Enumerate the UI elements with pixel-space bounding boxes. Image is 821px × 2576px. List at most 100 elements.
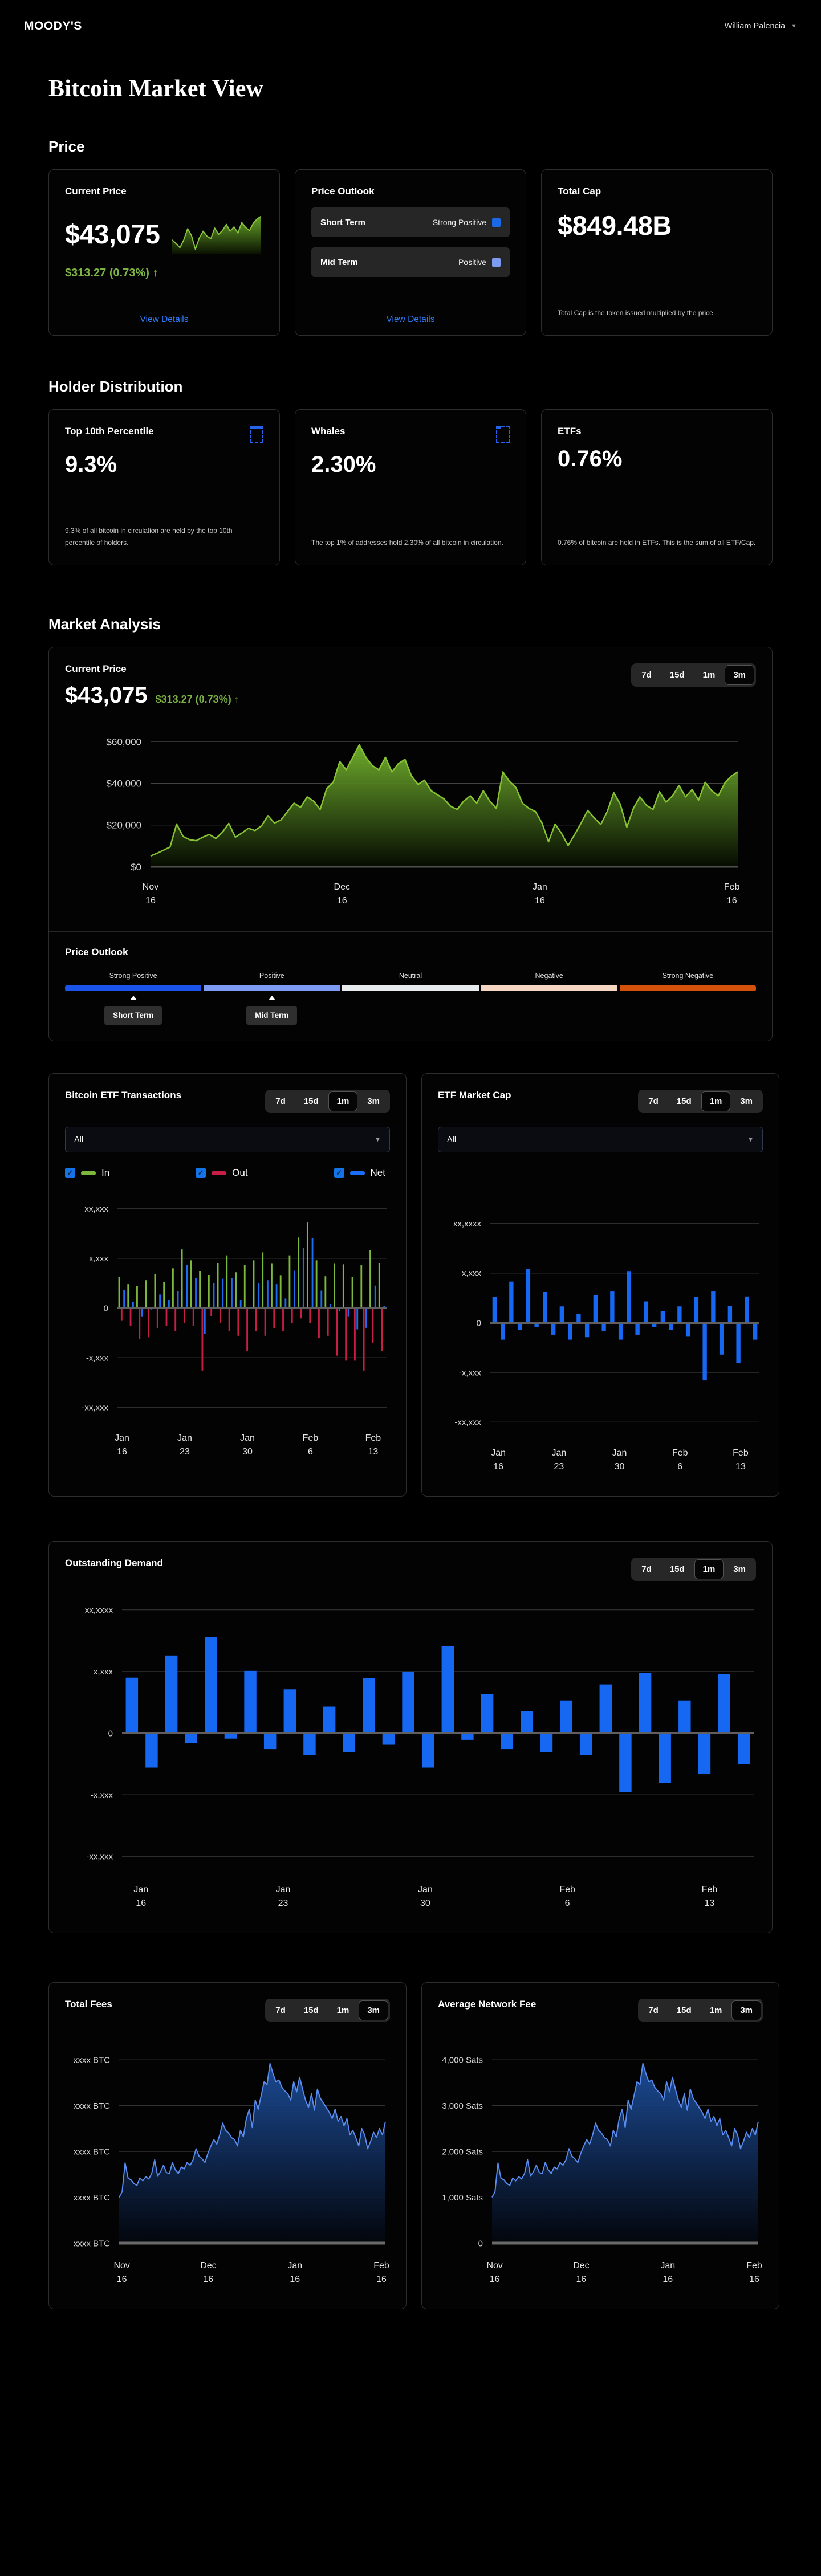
svg-text:x,xxx: x,xxx xyxy=(89,1254,109,1263)
segment-strong-positive xyxy=(65,985,202,991)
etf-filter-select[interactable]: All ▼ xyxy=(65,1127,390,1152)
svg-text:$60,000: $60,000 xyxy=(107,736,141,747)
price-outlook-card: Price Outlook Short Term Strong Positive… xyxy=(295,169,526,336)
tab-1m[interactable]: 1m xyxy=(701,2000,731,2020)
tab-1m[interactable]: 1m xyxy=(694,665,724,685)
svg-text:Jan16: Jan 16 xyxy=(660,2261,675,2284)
bottom-spacer xyxy=(48,2309,773,2466)
tab-3m[interactable]: 3m xyxy=(359,2000,388,2020)
tab-7d[interactable]: 7d xyxy=(640,1091,667,1111)
checkbox-checked[interactable]: ✓ xyxy=(334,1168,344,1178)
tab-15d[interactable]: 15d xyxy=(295,2000,327,2020)
tab-3m[interactable]: 3m xyxy=(725,665,754,685)
svg-text:$0: $0 xyxy=(131,862,141,873)
checkbox-checked[interactable]: ✓ xyxy=(65,1168,75,1178)
top-10th-percentile-card: Top 10th Percentile 9.3% 9.3% of all bit… xyxy=(48,409,280,565)
svg-text:2,000 Sats: 2,000 Sats xyxy=(442,2147,483,2157)
price-outlook-gradient-bar: Strong Positive Short Term Positive Mid … xyxy=(65,972,757,1025)
total-cap-note: Total Cap is the token issued multiplied… xyxy=(558,309,716,317)
svg-text:Jan30: Jan 30 xyxy=(612,1448,627,1472)
svg-text:Jan16: Jan 16 xyxy=(133,1885,148,1908)
svg-text:-x,xxx: -x,xxx xyxy=(459,1368,482,1377)
svg-text:xxxx BTC: xxxx BTC xyxy=(74,2239,110,2248)
tab-7d[interactable]: 7d xyxy=(633,1559,660,1579)
segment-label: Strong Positive xyxy=(109,972,157,980)
svg-text:Jan23: Jan 23 xyxy=(276,1885,291,1908)
holder-note: 9.3% of all bitcoin in circulation are h… xyxy=(65,527,233,547)
tab-3m[interactable]: 3m xyxy=(731,1091,761,1111)
svg-text:xx,xxx: xx,xxx xyxy=(84,1204,108,1214)
svg-text:Nov16: Nov 16 xyxy=(486,2261,502,2284)
chevron-down-icon: ▼ xyxy=(747,1136,754,1143)
tab-15d[interactable]: 15d xyxy=(661,1559,693,1579)
segment-neutral xyxy=(342,985,479,991)
view-details-link[interactable]: View Details xyxy=(295,304,526,335)
tab-15d[interactable]: 15d xyxy=(661,665,693,685)
average-network-fee-chart: 4,000 Sats 3,000 Sats 2,000 Sats 1,000 Sats… xyxy=(442,2055,762,2284)
svg-text:xxxx BTC: xxxx BTC xyxy=(74,2193,110,2203)
current-price-value: $43,075 xyxy=(65,218,160,249)
svg-text:-xx,xxx: -xx,xxx xyxy=(82,1403,108,1413)
tab-7d[interactable]: 7d xyxy=(267,1091,294,1111)
tab-3m[interactable]: 3m xyxy=(731,2000,761,2020)
etf-market-cap-chart: xx,xxxx x,xxx 0 -x,xxx -xx,xxx Jan 16 Jan 23 Jan 3… xyxy=(453,1219,759,1472)
bitcoin-etf-transactions-card: Bitcoin ETF Transactions 7d 15d 1m 3m Al… xyxy=(48,1073,407,1497)
svg-text:0: 0 xyxy=(108,1729,113,1738)
tab-1m[interactable]: 1m xyxy=(701,1091,731,1111)
tab-15d[interactable]: 15d xyxy=(668,1091,700,1111)
total-fees-card: Total Fees 7d 15d 1m 3m xxxx BTC xxxx BTC… xyxy=(48,1982,407,2309)
svg-text:1,000 Sats: 1,000 Sats xyxy=(442,2193,483,2203)
user-menu[interactable]: William Palencia ▼ xyxy=(725,22,797,31)
arrow-up-icon: ↑ xyxy=(152,267,158,279)
market-section-heading: Market Analysis xyxy=(48,616,161,633)
tab-15d[interactable]: 15d xyxy=(668,2000,700,2020)
tab-1m[interactable]: 1m xyxy=(328,2000,358,2020)
svg-text:Jan23: Jan 23 xyxy=(551,1448,566,1472)
svg-text:-x,xxx: -x,xxx xyxy=(91,1790,113,1800)
tab-1m[interactable]: 1m xyxy=(694,1559,724,1579)
checkbox-checked[interactable]: ✓ xyxy=(196,1168,206,1178)
segment-positive xyxy=(204,985,340,991)
tab-3m[interactable]: 3m xyxy=(359,1091,388,1111)
segment-negative xyxy=(481,985,617,991)
svg-text:Feb16: Feb 16 xyxy=(373,2261,389,2284)
tab-7d[interactable]: 7d xyxy=(633,665,660,685)
svg-text:x,xxx: x,xxx xyxy=(462,1269,482,1278)
tab-7d[interactable]: 7d xyxy=(640,2000,667,2020)
etf-filter-select[interactable]: All ▼ xyxy=(438,1127,763,1152)
short-term-outlook-row: Short Term Strong Positive xyxy=(311,207,510,237)
mid-term-outlook-row: Mid Term Positive xyxy=(311,247,510,277)
chevron-down-icon: ▼ xyxy=(791,23,797,30)
tab-15d[interactable]: 15d xyxy=(295,1091,327,1111)
chart-title: Average Network Fee xyxy=(438,1999,537,2010)
arrow-up-icon: ↑ xyxy=(234,694,239,705)
whales-icon xyxy=(496,426,510,443)
etf-transactions-chart: xx,xxx x,xxx 0 -x,xxx -xx,xxx Jan 16 Jan 23 Jan 30… xyxy=(82,1204,387,1457)
tab-1m[interactable]: 1m xyxy=(328,1091,358,1111)
tab-7d[interactable]: 7d xyxy=(267,2000,294,2020)
total-cap-card: Total Cap $849.48B Total Cap is the toke… xyxy=(541,169,773,336)
svg-text:-xx,xxx: -xx,xxx xyxy=(454,1418,481,1428)
svg-text:Feb6: Feb 6 xyxy=(672,1448,688,1472)
svg-text:Jan16: Jan 16 xyxy=(115,1433,129,1457)
svg-text:Feb16: Feb 16 xyxy=(724,882,740,906)
holders-section-heading: Holder Distribution xyxy=(48,378,183,395)
tab-3m[interactable]: 3m xyxy=(725,1559,754,1579)
svg-text:Feb16: Feb 16 xyxy=(746,2261,762,2284)
holder-distribution-section: Holder Distribution Top 10th Percentile … xyxy=(48,378,773,565)
card-title: Whales xyxy=(311,426,346,437)
view-details-link[interactable]: View Details xyxy=(49,304,279,335)
svg-text:4,000 Sats: 4,000 Sats xyxy=(442,2055,483,2065)
svg-text:0: 0 xyxy=(477,1318,481,1328)
outstanding-demand-card: Outstanding Demand 7d 15d 1m 3m xx,xxxx x… xyxy=(48,1541,773,1933)
svg-text:0: 0 xyxy=(104,1303,108,1313)
svg-text:3,000 Sats: 3,000 Sats xyxy=(442,2101,483,2111)
page-title: Bitcoin Market View xyxy=(48,76,264,102)
svg-text:Nov16: Nov 16 xyxy=(143,882,158,906)
mid-term-marker-chip: Mid Term xyxy=(246,1006,298,1025)
svg-text:Feb13: Feb 13 xyxy=(733,1448,749,1472)
svg-text:xx,xxxx: xx,xxxx xyxy=(85,1605,113,1615)
svg-text:0: 0 xyxy=(478,2239,483,2248)
svg-text:Feb6: Feb 6 xyxy=(303,1433,319,1457)
time-range-tabs: 7d 15d 1m 3m xyxy=(638,1090,763,1113)
